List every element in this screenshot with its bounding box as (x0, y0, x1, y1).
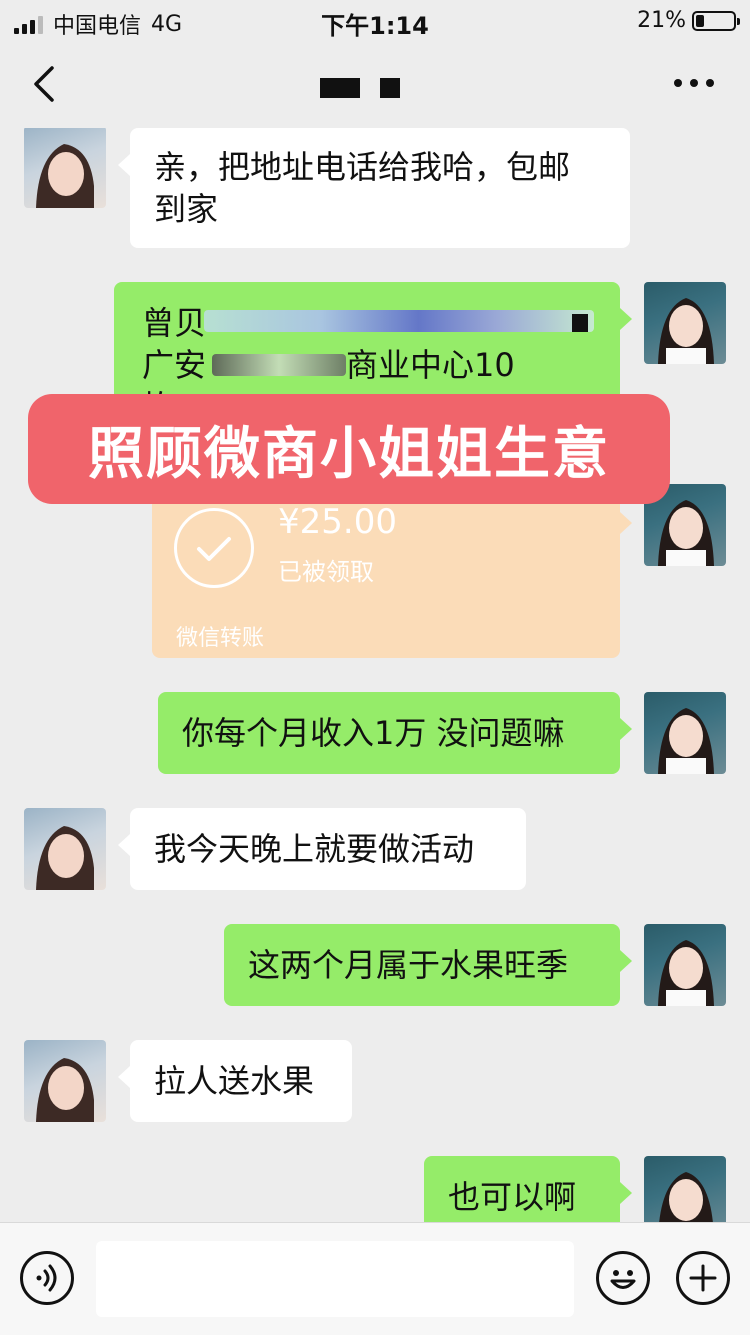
battery-level (696, 14, 704, 27)
message-text: 亲，把地址电话给我哈，包邮 (154, 148, 571, 186)
chat-area[interactable]: 亲，把地址电话给我哈，包邮 到家 曾贝 广安 商业中心10 栋 ¥25.00 已… (0, 128, 750, 1222)
redacted-text (572, 314, 588, 332)
avatar-self[interactable] (644, 924, 726, 1006)
message-bubble[interactable]: 拉人送水果 (118, 1040, 352, 1122)
emoji-button[interactable] (596, 1251, 650, 1305)
message-text: 这两个月属于水果旺季 (248, 946, 569, 984)
message-text: 也可以啊 (448, 1178, 577, 1216)
checkmark-icon (174, 508, 254, 588)
message-input[interactable] (96, 1241, 574, 1317)
message-text: 曾贝 (142, 304, 207, 342)
voice-button[interactable] (20, 1251, 74, 1305)
message-bubble[interactable]: 也可以啊 (424, 1156, 632, 1222)
back-button[interactable] (22, 60, 66, 108)
transfer-amount: ¥25.00 (278, 502, 397, 542)
avatar[interactable] (24, 1040, 106, 1122)
message-bubble[interactable]: 这两个月属于水果旺季 (224, 924, 632, 1006)
transfer-footer: 微信转账 (176, 626, 265, 651)
avatar[interactable] (24, 128, 106, 208)
plus-icon (689, 1264, 717, 1292)
redacted-text (204, 310, 594, 332)
battery-icon (692, 10, 740, 31)
message-text: 商业中心10 (346, 346, 515, 384)
message-text: 广安 (142, 346, 207, 384)
message-text: 你每个月收入1万 没问题嘛 (182, 714, 565, 752)
avatar[interactable] (24, 808, 106, 890)
nav-bar (0, 40, 750, 128)
status-bar: 中国电信 4G 下午1:14 21% (0, 0, 750, 40)
message-bubble[interactable]: 我今天晚上就要做活动 (118, 808, 526, 890)
input-bar (0, 1222, 750, 1335)
message-text: 我今天晚上就要做活动 (154, 830, 475, 868)
status-right: 21% (637, 8, 740, 33)
emoji-icon (610, 1270, 636, 1289)
chat-title-redacted (320, 78, 400, 98)
avatar-self[interactable] (644, 1156, 726, 1222)
plus-button[interactable] (676, 1251, 730, 1305)
redacted-text (212, 354, 346, 376)
chevron-left-icon (34, 66, 54, 102)
overlay-caption: 照顾微商小姐姐生意 (28, 394, 670, 504)
more-button[interactable] (664, 68, 724, 98)
message-bubble[interactable]: 亲，把地址电话给我哈，包邮 到家 (118, 128, 630, 248)
avatar-self[interactable] (644, 692, 726, 774)
message-text: 拉人送水果 (154, 1062, 315, 1100)
message-bubble[interactable]: 曾贝 广安 商业中心10 栋 (114, 282, 632, 412)
voice-icon (36, 1264, 57, 1292)
battery-percent: 21% (637, 8, 686, 33)
message-text: 到家 (154, 190, 219, 228)
message-bubble[interactable]: 你每个月收入1万 没问题嘛 (158, 692, 632, 774)
transfer-status: 已被领取 (278, 558, 374, 586)
avatar-self[interactable] (644, 282, 726, 364)
ellipsis-icon (674, 79, 682, 87)
transfer-card[interactable]: ¥25.00 已被领取 微信转账 (152, 486, 632, 658)
